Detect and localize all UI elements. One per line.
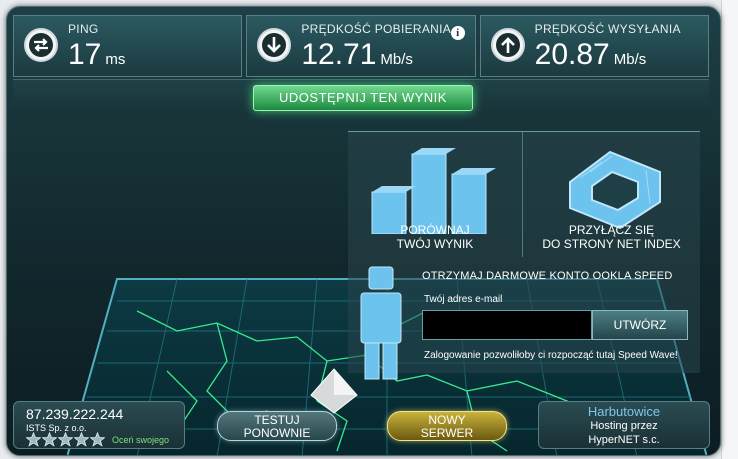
net-index-icon: [569, 150, 661, 230]
server-provider: HyperNET s.c.: [588, 434, 660, 446]
speedtest-app: PING 17 ms PRĘDKOŚĆ POBIERANIA 12.71 Mb/s …: [6, 6, 721, 456]
arrow-up-icon: [490, 28, 525, 62]
signup-title: OTRZYMAJ DARMOWE KONTO OOKLA SPEED: [422, 270, 673, 282]
connect-caption: PRZYŁĄCZ SIĘ DO STRONY NET INDEX: [542, 223, 681, 251]
star-icon[interactable]: [42, 432, 57, 447]
star-icon[interactable]: [74, 432, 89, 447]
arrow-down-icon: [257, 28, 292, 62]
star-icon[interactable]: [58, 432, 73, 447]
retest-button[interactable]: TESTUJ PONOWNIE: [217, 411, 337, 441]
email-label: Twój adres e-mail: [424, 294, 503, 305]
create-account-button[interactable]: UTWÓRZ: [592, 310, 688, 340]
email-input[interactable]: [422, 310, 592, 340]
bottom-bar: 87.239.222.244 ISTS Sp. z o.o. Oceń swoj…: [13, 401, 710, 451]
scrollbar[interactable]: [721, 0, 738, 459]
bar-chart-icon: [371, 148, 496, 234]
server-info: Harbutowice Hosting przez HyperNET s.c.: [538, 401, 710, 449]
download-label: PRĘDKOŚĆ POBIERANIA: [301, 22, 452, 36]
upload-stat: PRĘDKOŚĆ WYSYŁANIA 20.87 Mb/s: [479, 15, 709, 77]
server-hosting-label: Hosting przez: [590, 420, 658, 432]
page-background: PING 17 ms PRĘDKOŚĆ POBIERANIA 12.71 Mb/s …: [0, 0, 738, 459]
rating-stars[interactable]: [26, 432, 105, 447]
compare-caption: PORÓWNAJ TWÓJ WYNIK: [396, 223, 474, 251]
download-stat: PRĘDKOŚĆ POBIERANIA 12.71 Mb/s i: [246, 15, 476, 77]
share-row: UDOSTĘPNIJ TEN WYNIK: [13, 79, 709, 115]
upload-label: PRĘDKOŚĆ WYSYŁANIA: [534, 22, 681, 36]
signup-note: Zalogowanie pozwoliłoby ci rozpocząć tut…: [424, 350, 678, 361]
star-icon[interactable]: [26, 432, 41, 447]
ping-label: PING: [68, 22, 99, 36]
upload-value: 20.87 Mb/s: [534, 38, 647, 71]
download-value: 12.71 Mb/s: [301, 38, 413, 71]
info-icon[interactable]: i: [450, 26, 465, 40]
compare-result-panel[interactable]: PORÓWNAJ TWÓJ WYNIK: [348, 132, 523, 257]
share-result-button[interactable]: UDOSTĘPNIJ TEN WYNIK: [253, 85, 473, 111]
new-server-button[interactable]: NOWY SERWER: [387, 411, 507, 441]
person-icon: [360, 266, 402, 380]
swap-arrows-icon: [24, 28, 58, 62]
ping-stat: PING 17 ms: [13, 15, 243, 77]
rate-label: Oceń swojego: [112, 435, 170, 445]
client-ip: 87.239.222.244: [26, 406, 124, 422]
net-index-panel[interactable]: PRZYŁĄCZ SIĘ DO STRONY NET INDEX: [524, 132, 699, 257]
client-info: 87.239.222.244 ISTS Sp. z o.o. Oceń swoj…: [13, 401, 185, 449]
stats-bar: PING 17 ms PRĘDKOŚĆ POBIERANIA 12.71 Mb/s …: [13, 15, 709, 77]
server-city: Harbutowice: [587, 404, 661, 419]
ping-value: 17 ms: [68, 38, 126, 71]
star-icon[interactable]: [90, 432, 105, 447]
